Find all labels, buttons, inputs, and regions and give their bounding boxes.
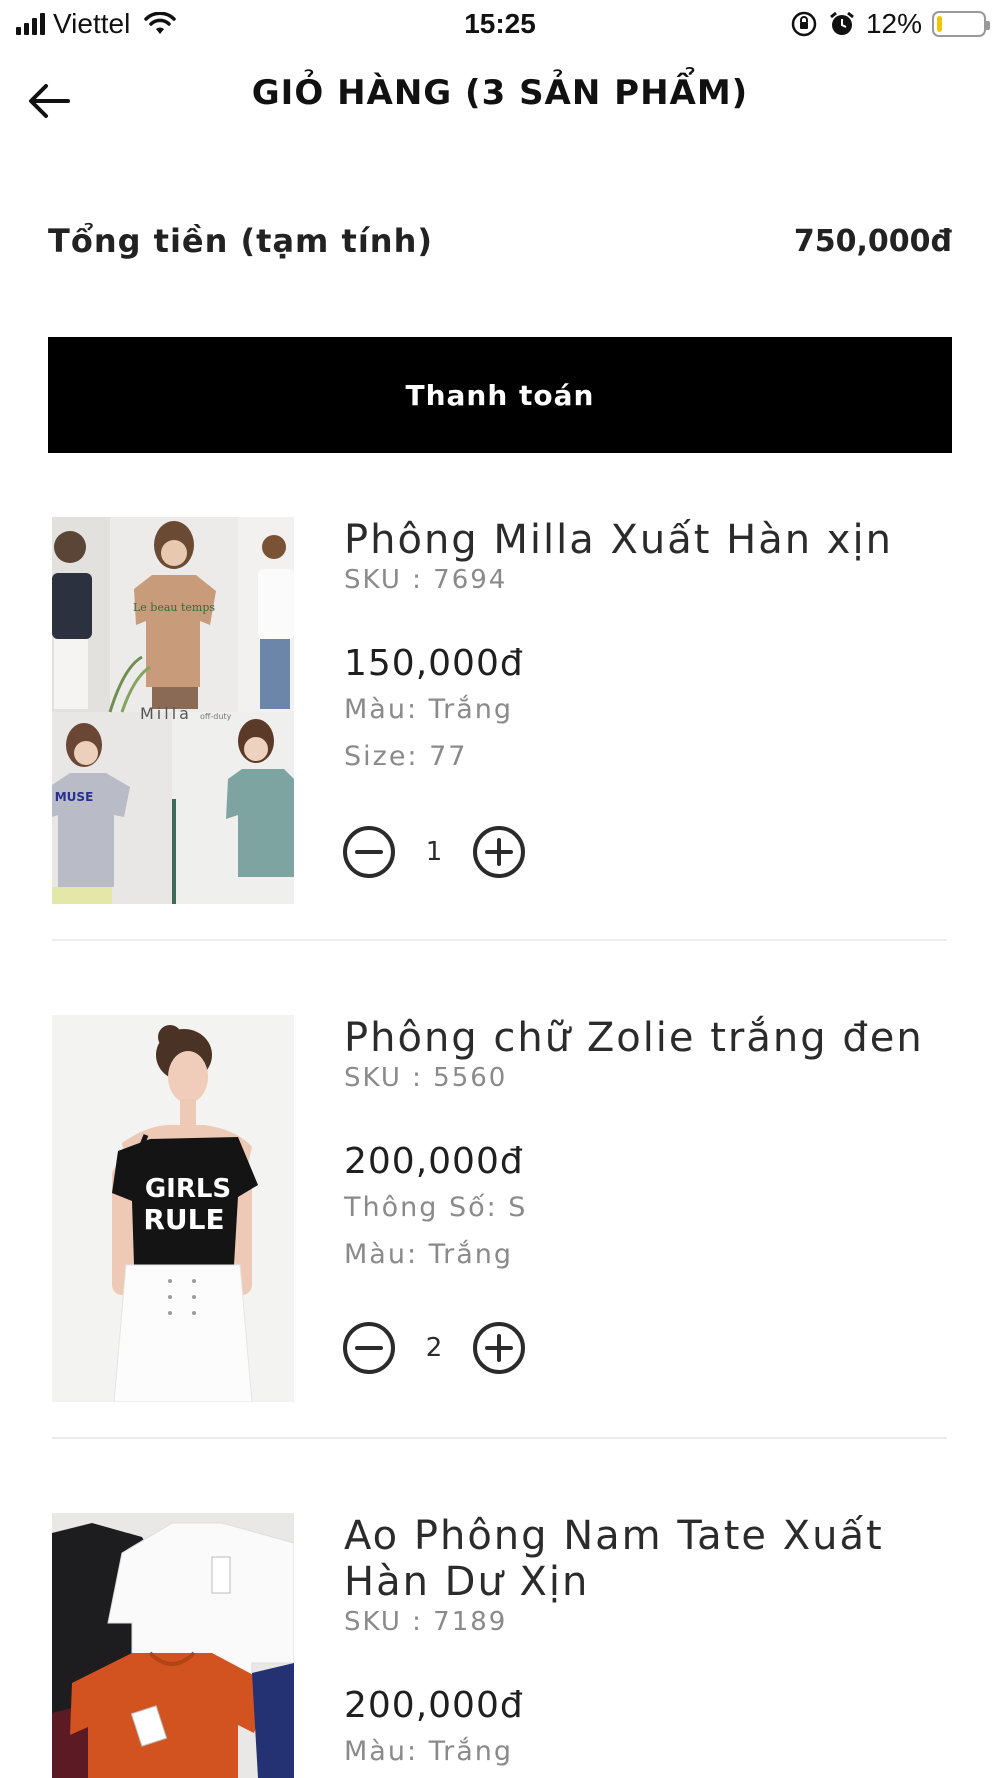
checkout-button[interactable]: Thanh toán [48,337,952,453]
cart-item: GIRLS RULE Phông chữ Zolie trắng đen SKU… [52,1015,952,1405]
item-info: Ao Phông Nam Tate Xuất Hàn Dư Xịn SKU : … [344,1513,964,1767]
cart-total-row: Tổng tiền (tạm tính) 750,000đ [48,222,952,260]
quantity-value: 1 [425,837,443,867]
item-attribute: Size: 77 [344,741,468,772]
decrease-quantity-button[interactable] [342,1321,396,1375]
item-name[interactable]: Phông Milla Xuất Hàn xịn [344,517,964,563]
item-attribute: Màu: Trắng [344,1736,514,1767]
item-name[interactable]: Phông chữ Zolie trắng đen [344,1015,964,1061]
product-image[interactable]: GIRLS RULE [52,1015,294,1402]
increase-quantity-button[interactable] [472,825,526,879]
status-right: 12% [790,8,990,40]
battery-icon [932,11,990,37]
status-bar: Viettel 15:25 12% [0,0,1000,50]
brand-subtext: off-duty [200,712,232,721]
quantity-stepper: 1 [342,825,526,879]
item-price: 200,000đ [344,1685,524,1726]
product-image[interactable] [52,1513,294,1778]
item-info: Phông Milla Xuất Hàn xịn SKU : 7694 150,… [344,517,964,772]
battery-level-fill [937,16,942,32]
page-title: GIỎ HÀNG (3 SẢN PHẨM) [251,73,749,113]
plus-circle-icon [473,826,525,878]
item-attribute: Màu: Trắng [344,1239,514,1270]
minus-circle-icon [343,1322,395,1374]
item-info: Phông chữ Zolie trắng đen SKU : 5560 200… [344,1015,964,1270]
quantity-value: 2 [425,1333,443,1363]
quantity-stepper: 2 [342,1321,526,1375]
brand-text: Milla [140,704,192,723]
item-sku: SKU : 5560 [344,1063,508,1093]
shirt-print-text: RULE [143,1203,224,1236]
shirt-print-text: Le beau temps [133,601,215,614]
item-attribute: Thông Số: S [344,1192,528,1223]
battery-percent: 12% [865,8,922,39]
product-image[interactable]: Le beau temps MUSE Milla off-duty [52,517,294,904]
plus-circle-icon [473,1322,525,1374]
item-divider [52,1437,947,1439]
shirt-print-text: MUSE [55,790,94,804]
cart-item: Ao Phông Nam Tate Xuất Hàn Dư Xịn SKU : … [52,1513,952,1778]
decrease-quantity-button[interactable] [342,825,396,879]
item-divider [52,939,947,941]
total-value: 750,000đ [793,223,952,259]
total-label: Tổng tiền (tạm tính) [48,222,433,260]
shirt-print-text: GIRLS [145,1174,231,1204]
item-sku: SKU : 7189 [344,1607,508,1637]
item-sku: SKU : 7694 [344,565,508,595]
alarm-clock-icon [830,11,854,35]
item-name[interactable]: Ao Phông Nam Tate Xuất Hàn Dư Xịn [344,1513,964,1605]
item-price: 150,000đ [344,643,524,684]
app-header: GIỎ HÀNG (3 SẢN PHẨM) [0,55,1000,145]
cart-item: Le beau temps MUSE Milla off-duty Phông … [52,517,952,907]
minus-circle-icon [343,826,395,878]
item-price: 200,000đ [344,1141,524,1182]
item-attribute: Màu: Trắng [344,694,514,725]
increase-quantity-button[interactable] [472,1321,526,1375]
rotation-lock-icon [791,11,817,37]
